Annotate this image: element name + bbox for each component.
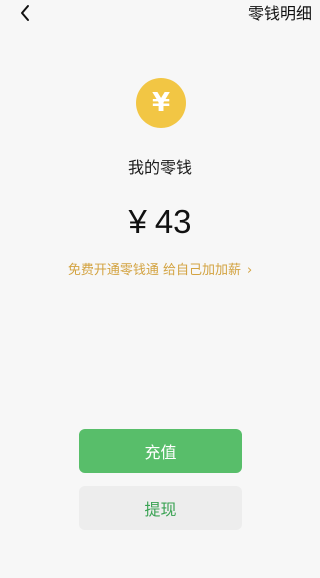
coin-icon: ¥: [136, 78, 186, 128]
chevron-right-icon: ›: [246, 263, 253, 278]
balance-details-link[interactable]: 零钱明细: [248, 3, 312, 25]
currency-symbol: ¥: [128, 203, 147, 240]
amount-value: 43: [154, 203, 192, 240]
withdraw-button[interactable]: 提现: [79, 486, 242, 530]
promo-text: 免费开通零钱通 给自己加加薪: [67, 263, 241, 278]
chevron-left-icon: [19, 4, 31, 22]
back-button[interactable]: [14, 2, 36, 24]
recharge-button[interactable]: 充值: [79, 429, 242, 473]
page-title: 我的零钱: [127, 158, 192, 177]
coin-symbol: ¥: [151, 87, 171, 118]
promo-link[interactable]: 免费开通零钱通 给自己加加薪 ›: [0, 262, 320, 280]
balance-amount: ¥43: [0, 201, 320, 243]
